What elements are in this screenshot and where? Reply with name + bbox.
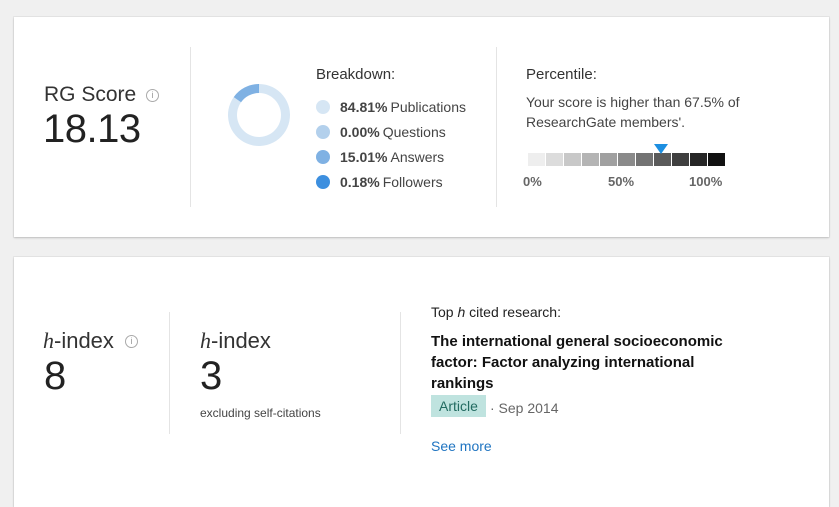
legend-percent: 84.81% [340, 99, 387, 115]
divider [400, 312, 401, 434]
percentile-scale-segment [600, 153, 617, 166]
legend-label: Questions [383, 124, 446, 140]
donut-segment-answers [234, 84, 259, 102]
h-index-value: 8 [44, 354, 66, 399]
percentile-tick-100: 100% [689, 174, 722, 189]
divider [190, 47, 191, 207]
legend-item-questions: 0.00% Questions [316, 119, 466, 144]
info-icon[interactable]: i [146, 89, 159, 102]
divider [496, 47, 497, 207]
rg-score-label: RG Score [44, 83, 136, 107]
see-more-link[interactable]: See more [431, 438, 492, 454]
breakdown-donut-chart [221, 77, 297, 153]
breakdown-legend: 84.81% Publications 0.00% Questions 15.0… [316, 94, 466, 194]
percentile-scale-segment [564, 153, 581, 166]
percentile-description: Your score is higher than 67.5% of Resea… [526, 92, 741, 132]
legend-item-followers: 0.18% Followers [316, 169, 466, 194]
legend-dot [316, 125, 330, 139]
divider [169, 312, 170, 434]
percentile-scale-segment [546, 153, 563, 166]
percentile-tick-50: 50% [608, 174, 634, 189]
top-cited-title: Top h cited research: [431, 304, 561, 320]
h-index-excluding-value: 3 [200, 354, 222, 399]
percentile-scale [528, 153, 726, 166]
legend-label: Publications [390, 99, 466, 115]
legend-dot [316, 175, 330, 189]
percentile-tick-0: 0% [523, 174, 542, 189]
breakdown-title: Breakdown: [316, 66, 395, 83]
percentile-title: Percentile: [526, 66, 597, 83]
h-index-excluding-subtitle: excluding self-citations [200, 406, 321, 420]
rg-score-card: RG Score i 18.13 Breakdown: 84.81% Publi… [14, 17, 829, 237]
legend-percent: 15.01% [340, 149, 387, 165]
percentile-scale-segment [672, 153, 689, 166]
percentile-scale-segment [636, 153, 653, 166]
h-index-label: h-index [43, 328, 114, 354]
legend-label: Followers [383, 174, 443, 190]
percentile-scale-segment [654, 153, 671, 166]
percentile-scale-segment [618, 153, 635, 166]
percentile-scale-segment [582, 153, 599, 166]
legend-dot [316, 100, 330, 114]
percentile-scale-segment [528, 153, 545, 166]
legend-percent: 0.18% [340, 174, 380, 190]
top-cited-article-link[interactable]: The international general socioeconomic … [431, 331, 731, 394]
percentile-marker [654, 144, 668, 154]
h-index-card: h-index i 8 h-index 3 excluding self-cit… [14, 257, 829, 507]
article-date: · Sep 2014 [490, 400, 559, 416]
rg-score-value: 18.13 [43, 107, 141, 152]
legend-item-answers: 15.01% Answers [316, 144, 466, 169]
legend-label: Answers [390, 149, 444, 165]
h-index-excluding-label: h-index [200, 328, 271, 354]
info-icon[interactable]: i [125, 335, 138, 348]
legend-dot [316, 150, 330, 164]
legend-percent: 0.00% [340, 124, 380, 140]
legend-item-publications: 84.81% Publications [316, 94, 466, 119]
percentile-scale-segment [708, 153, 725, 166]
article-type-badge: Article [431, 395, 486, 417]
percentile-scale-segment [690, 153, 707, 166]
